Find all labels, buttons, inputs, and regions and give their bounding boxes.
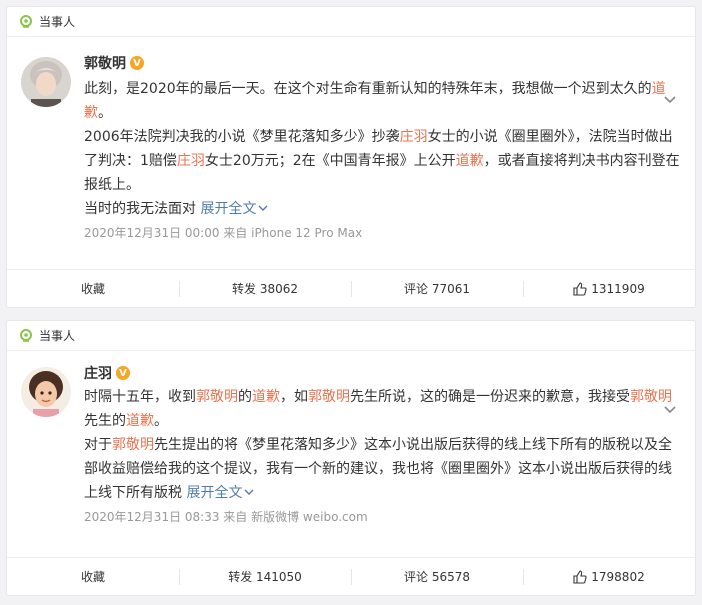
comment-label: 评论 77061 xyxy=(404,282,470,296)
keyword-highlight: 郭敬明 xyxy=(112,437,154,453)
post-tag-label: 当事人 xyxy=(39,329,76,343)
text-segment: 当时的我无法面对 xyxy=(84,201,196,217)
comment-button[interactable]: 评论 56578 xyxy=(351,558,523,595)
text-segment: 此刻，是2020年的最后一天。在这个对生命有重新认知的特殊年末，我想做一个迟到太… xyxy=(84,81,652,97)
text-segment: 。 xyxy=(98,105,112,121)
verified-badge-icon: V xyxy=(130,56,144,70)
thumbs-up-icon xyxy=(573,281,587,296)
collect-label: 收藏 xyxy=(80,282,105,296)
like-button[interactable]: 1311909 xyxy=(523,270,695,307)
author-name[interactable]: 庄羽 xyxy=(84,363,112,383)
repost-label: 转发 38062 xyxy=(232,282,298,296)
expand-full-text-link[interactable]: 展开全文 xyxy=(200,201,268,217)
comment-button[interactable]: 评论 77061 xyxy=(351,270,523,307)
collect-button[interactable]: 收藏 xyxy=(7,270,179,307)
post-tag-bar: 当事人 xyxy=(7,321,695,351)
chevron-down-icon xyxy=(244,489,254,495)
text-segment: 女士20万元；2在《中国青年报》上公开 xyxy=(204,153,456,169)
text-segment: 。 xyxy=(154,413,168,429)
post-paragraph: 2006年法院判决我的小说《梦里花落知多少》抄袭庄羽女士的小说《圈里圈外》，法院… xyxy=(84,125,683,197)
keyword-highlight: 道歉 xyxy=(252,389,280,405)
like-count: 1311909 xyxy=(591,281,645,296)
chevron-down-icon[interactable] xyxy=(663,93,677,107)
post-text: 时隔十五年，收到郭敬明的道歉，如郭敬明先生所说，这的确是一份迟来的歉意，我接受郭… xyxy=(84,385,683,505)
keyword-highlight: 庄羽 xyxy=(399,129,428,145)
avatar[interactable] xyxy=(21,367,71,417)
expand-full-text-link[interactable]: 展开全文 xyxy=(186,485,254,501)
text-segment: ，如 xyxy=(280,389,308,405)
chevron-down-icon xyxy=(258,205,268,211)
keyword-highlight: 郭敬明 xyxy=(196,389,238,405)
post-paragraph: 当时的我无法面对 展开全文 xyxy=(84,197,683,221)
verified-badge-icon: V xyxy=(116,366,130,380)
text-segment: 先生提出的将《梦里花落知多少》这本小说出版后获得的线上线下所有的版税以及全部收益… xyxy=(84,437,672,501)
author-name[interactable]: 郭敬明 xyxy=(84,53,126,73)
text-segment: 时隔十五年，收到 xyxy=(84,389,196,405)
thumbs-up-icon xyxy=(573,569,587,584)
post-paragraph: 对于郭敬明先生提出的将《梦里花落知多少》这本小说出版后获得的线上线下所有的版税以… xyxy=(84,433,683,505)
keyword-highlight: 庄羽 xyxy=(176,153,205,169)
post-meta: 2020年12月31日 08:33 来自 新版微博 weibo.com xyxy=(84,510,368,524)
chevron-down-icon[interactable] xyxy=(663,403,677,417)
text-segment: 先生的 xyxy=(84,413,126,429)
post-paragraph: 时隔十五年，收到郭敬明的道歉，如郭敬明先生所说，这的确是一份迟来的歉意，我接受郭… xyxy=(84,385,683,433)
keyword-highlight: 道歉 xyxy=(455,153,484,169)
location-pin-icon xyxy=(20,14,32,28)
expand-label: 展开全文 xyxy=(186,485,243,501)
text-segment: 对于 xyxy=(84,437,112,453)
avatar[interactable] xyxy=(21,57,71,107)
collect-label: 收藏 xyxy=(80,570,105,584)
weibo-post-card: 当事人 庄羽 V 时隔十五年，收到郭敬明的道歉，如郭敬明先生所说，这的确是一份迟… xyxy=(6,320,696,596)
action-bar: 收藏 转发 38062 评论 77061 1311909 xyxy=(7,269,695,307)
location-pin-icon xyxy=(20,328,32,342)
weibo-post-card: 当事人 郭敬明 V 此刻，是2020年的最后一天。在这个对生命有重新认知的特殊年… xyxy=(6,6,696,308)
text-segment: 的 xyxy=(238,389,252,405)
keyword-highlight: 道歉 xyxy=(126,413,154,429)
post-tag-bar: 当事人 xyxy=(7,7,695,37)
comment-label: 评论 56578 xyxy=(404,570,470,584)
repost-button[interactable]: 转发 141050 xyxy=(179,558,351,595)
like-count: 1798802 xyxy=(591,569,645,584)
text-segment: 2006年法院判决我的小说《梦里花落知多少》抄袭 xyxy=(84,129,400,145)
post-paragraph: 此刻，是2020年的最后一天。在这个对生命有重新认知的特殊年末，我想做一个迟到太… xyxy=(84,77,683,125)
post-tag-label: 当事人 xyxy=(39,15,76,29)
repost-label: 转发 141050 xyxy=(228,570,302,584)
post-meta: 2020年12月31日 00:00 来自 iPhone 12 Pro Max xyxy=(84,226,363,240)
post-text: 此刻，是2020年的最后一天。在这个对生命有重新认知的特殊年末，我想做一个迟到太… xyxy=(84,77,683,221)
collect-button[interactable]: 收藏 xyxy=(7,558,179,595)
text-segment: 先生所说，这的确是一份迟来的歉意，我接受 xyxy=(350,389,630,405)
action-bar: 收藏 转发 141050 评论 56578 1798802 xyxy=(7,557,695,595)
expand-label: 展开全文 xyxy=(200,201,257,217)
keyword-highlight: 郭敬明 xyxy=(308,389,350,405)
like-button[interactable]: 1798802 xyxy=(523,558,695,595)
repost-button[interactable]: 转发 38062 xyxy=(179,270,351,307)
